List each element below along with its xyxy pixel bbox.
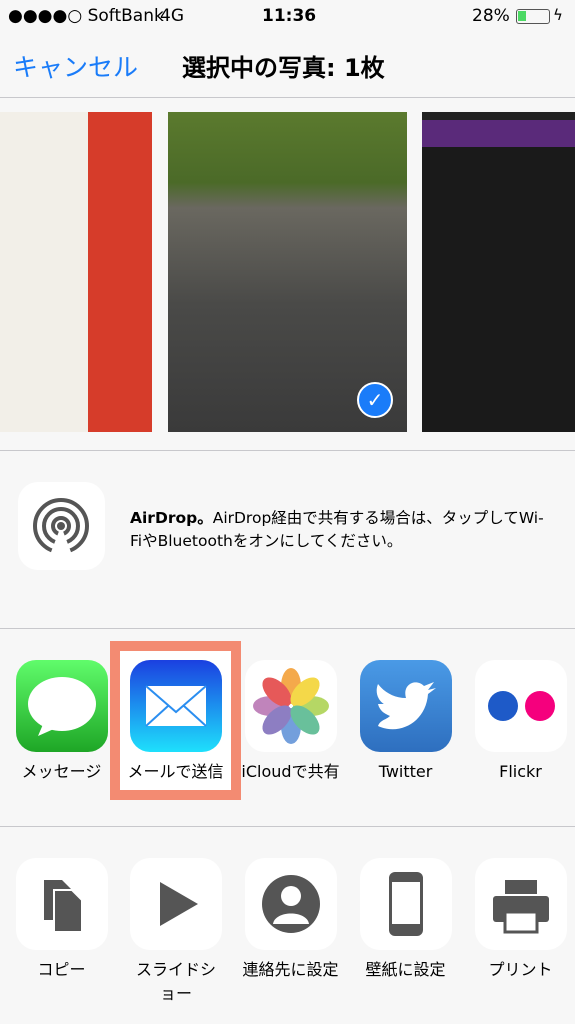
photo-thumbnail-cat[interactable]: ✓ [168, 112, 407, 432]
action-label-slideshow: スライドショー [135, 960, 216, 1003]
app-label-flickr: Flickr [499, 762, 542, 781]
action-label-copy: コピー [37, 960, 86, 979]
app-label-messages: メッセージ [21, 762, 102, 781]
divider [0, 628, 575, 629]
action-label-wallpaper: 壁紙に設定 [365, 960, 446, 979]
flickr-app-icon[interactable] [475, 660, 567, 752]
app-label-icloud: iCloudで共有 [241, 762, 340, 781]
mail-app-icon[interactable] [130, 660, 222, 752]
action-label-print: プリント [488, 960, 553, 979]
airdrop-icon[interactable] [18, 482, 105, 570]
photo-thumbnail-screenshot[interactable] [422, 112, 575, 432]
battery-icon [516, 9, 550, 24]
assign-to-contact-icon[interactable] [245, 858, 337, 950]
action-label-contact: 連絡先に設定 [242, 960, 339, 979]
icloud-photo-sharing-icon[interactable] [245, 660, 337, 752]
network: 4G [160, 6, 184, 26]
wallpaper-icon[interactable] [360, 858, 452, 950]
carrier: ●●●●○ SoftBank [8, 6, 164, 26]
photo-thumbnail-magazine[interactable] [0, 112, 152, 432]
selected-check-icon: ✓ [357, 382, 393, 418]
divider [0, 826, 575, 827]
status-bar: ●●●●○ SoftBank 4G 11:36 28% ϟ [0, 0, 575, 36]
app-label-mail: メールで送信 [127, 762, 224, 781]
slideshow-icon[interactable] [130, 858, 222, 950]
print-icon[interactable] [475, 858, 567, 950]
divider [0, 450, 575, 451]
app-label-twitter: Twitter [378, 762, 433, 781]
charging-icon: ϟ [553, 6, 563, 24]
airdrop-description: AirDrop。AirDrop経由で共有する場合は、タップしてWi-FiやBlu… [130, 507, 550, 553]
battery-percent: 28% [472, 6, 510, 26]
airdrop-title: AirDrop。 [130, 509, 213, 527]
copy-icon[interactable] [16, 858, 108, 950]
messages-app-icon[interactable] [16, 660, 108, 752]
nav-bar: キャンセル 選択中の写真: 1枚 [0, 36, 575, 98]
page-title: 選択中の写真: 1枚 [182, 54, 385, 82]
twitter-app-icon[interactable] [360, 660, 452, 752]
time: 11:36 [262, 6, 317, 26]
cancel-button[interactable]: キャンセル [13, 48, 138, 84]
